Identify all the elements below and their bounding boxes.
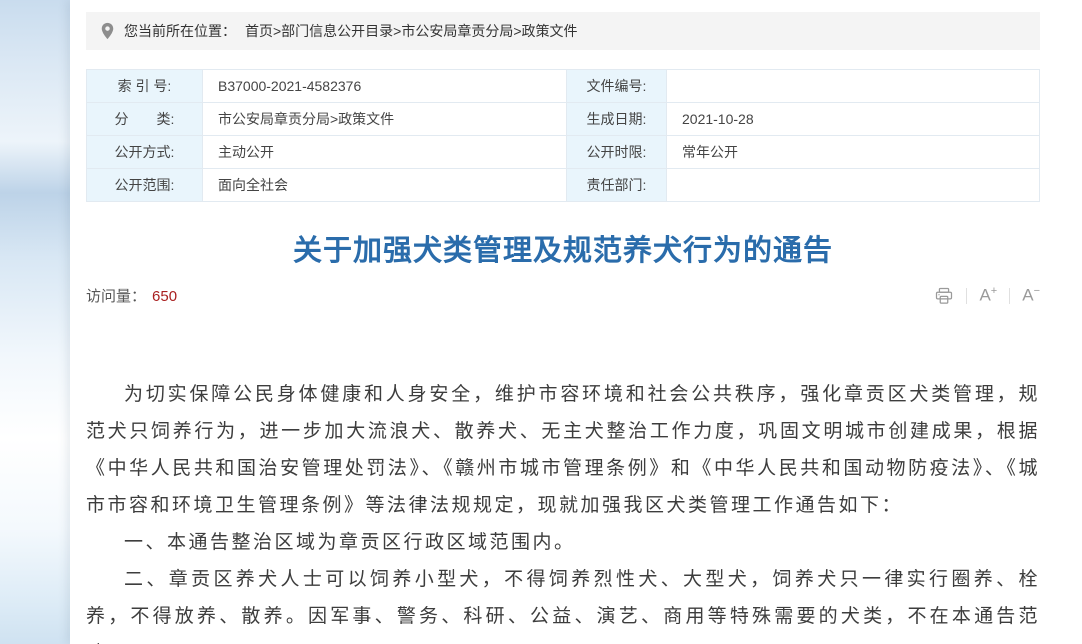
visit-count: 访问量： 650 (86, 285, 177, 306)
open-scope-value: 面向全社会 (203, 169, 567, 202)
page-title: 关于加强犬类管理及规范养犬行为的通告 (86, 227, 1040, 269)
index-number-label: 索 引 号: (87, 70, 203, 103)
article-paragraph: 二、章贡区养犬人士可以饲养小型犬，不得饲养烈性犬、大型犬，饲养犬只一律实行圈养、… (86, 561, 1040, 644)
responsible-dept-value (667, 169, 1040, 202)
responsible-dept-label: 责任部门: (567, 169, 667, 202)
article-body: 为切实保障公民身体健康和人身安全，维护市容环境和社会公共秩序，强化章贡区犬类管理… (86, 376, 1040, 644)
open-scope-label: 公开范围: (87, 169, 203, 202)
article-toolbar: A+ A− (934, 285, 1040, 306)
table-row: 公开方式: 主动公开 公开时限: 常年公开 (87, 136, 1040, 169)
article-meta-row: 访问量： 650 A+ A− (86, 285, 1040, 306)
visit-count-label: 访问量： (86, 288, 146, 305)
font-increase-button[interactable]: A+ (979, 285, 997, 306)
print-icon[interactable] (934, 286, 954, 306)
content-panel: 您当前所在位置： 首页>部门信息公开目录>市公安局章贡分局>政策文件 索 引 号… (70, 0, 1082, 644)
category-value: 市公安局章贡分局>政策文件 (203, 103, 567, 136)
table-row: 公开范围: 面向全社会 责任部门: (87, 169, 1040, 202)
breadcrumb: 您当前所在位置： 首页>部门信息公开目录>市公安局章贡分局>政策文件 (86, 12, 1040, 50)
open-method-value: 主动公开 (203, 136, 567, 169)
index-number-value: B37000-2021-4582376 (203, 70, 567, 103)
category-label: 分 类: (87, 103, 203, 136)
generate-date-value: 2021-10-28 (667, 103, 1040, 136)
document-info-table: 索 引 号: B37000-2021-4582376 文件编号: 分 类: 市公… (86, 69, 1040, 202)
location-pin-icon (100, 22, 115, 40)
table-row: 索 引 号: B37000-2021-4582376 文件编号: (87, 70, 1040, 103)
breadcrumb-path[interactable]: 首页>部门信息公开目录>市公安局章贡分局>政策文件 (245, 21, 578, 41)
toolbar-divider (966, 288, 967, 304)
article-paragraph: 一、本通告整治区域为章贡区行政区域范围内。 (86, 524, 1040, 561)
table-row: 分 类: 市公安局章贡分局>政策文件 生成日期: 2021-10-28 (87, 103, 1040, 136)
font-decrease-button[interactable]: A− (1022, 285, 1040, 306)
file-number-value (667, 70, 1040, 103)
open-period-label: 公开时限: (567, 136, 667, 169)
toolbar-divider (1009, 288, 1010, 304)
visit-count-value: 650 (152, 288, 177, 305)
generate-date-label: 生成日期: (567, 103, 667, 136)
open-period-value: 常年公开 (667, 136, 1040, 169)
breadcrumb-label: 您当前所在位置： (124, 21, 236, 41)
open-method-label: 公开方式: (87, 136, 203, 169)
file-number-label: 文件编号: (567, 70, 667, 103)
article-paragraph: 为切实保障公民身体健康和人身安全，维护市容环境和社会公共秩序，强化章贡区犬类管理… (86, 376, 1040, 524)
